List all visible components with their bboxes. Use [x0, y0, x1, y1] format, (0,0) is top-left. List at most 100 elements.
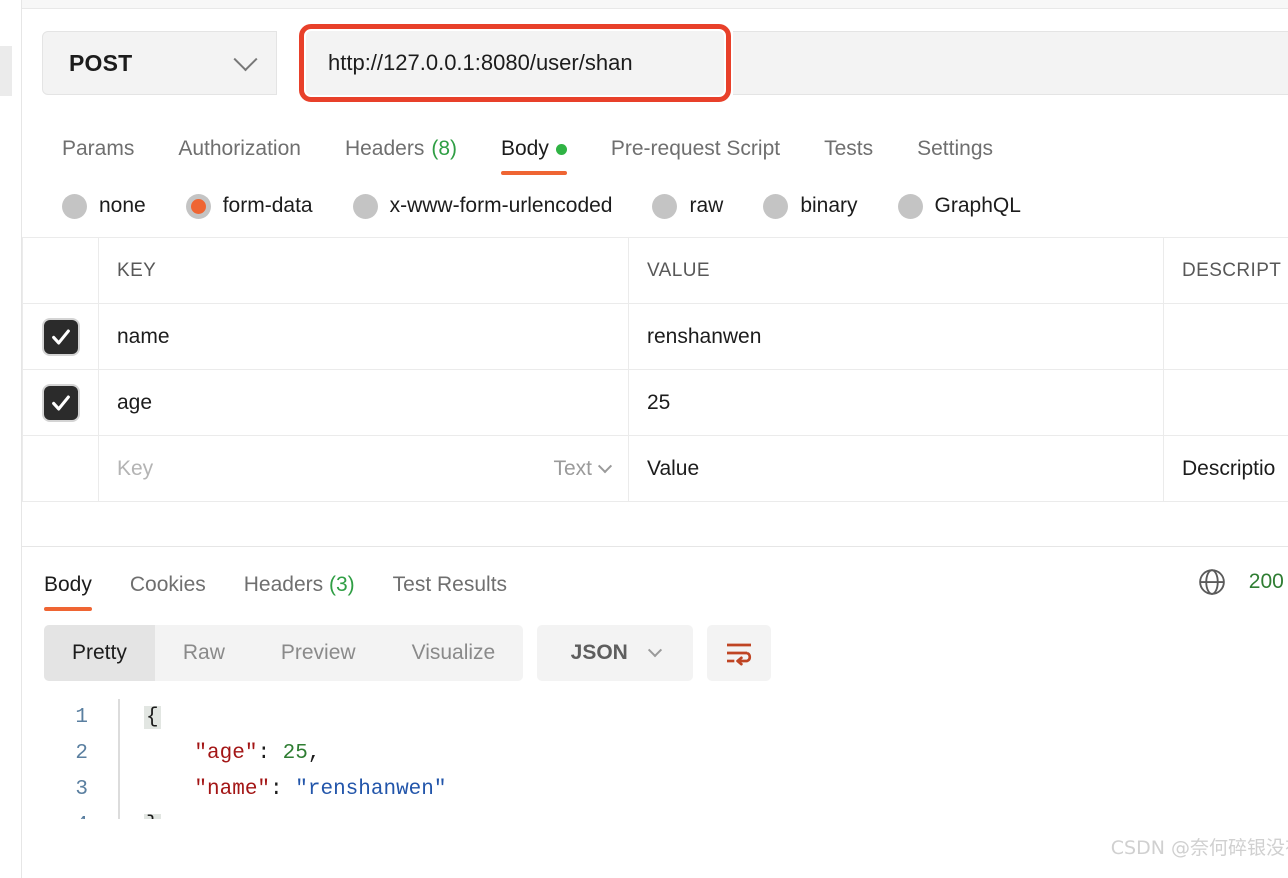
radio-icon [763, 193, 789, 219]
http-method-dropdown[interactable]: POST [42, 31, 277, 95]
tab-authorization-label: Authorization [178, 137, 301, 160]
response-toolbar: Pretty Raw Preview Visualize JSON [22, 611, 1288, 681]
radio-icon [352, 193, 378, 219]
tab-pre-request-script-label: Pre-request Script [610, 137, 781, 160]
check-icon [51, 394, 70, 411]
fold-gutter [118, 771, 132, 807]
tab-authorization[interactable]: Authorization [178, 137, 301, 175]
body-type-form-data[interactable]: form-data [185, 193, 313, 219]
top-strip [22, 0, 1288, 9]
postman-window: POST http://127.0.0.1:8080/user/shan Par… [0, 0, 1288, 878]
tab-tests[interactable]: Tests [824, 137, 873, 175]
chevron-down-icon [647, 643, 662, 658]
body-type-raw-label: raw [689, 194, 724, 217]
placeholder-value-input[interactable]: Value [628, 435, 1164, 502]
url-input[interactable]: http://127.0.0.1:8080/user/shan [306, 31, 724, 95]
body-type-none[interactable]: none [62, 193, 146, 219]
url-bar-background [733, 31, 1288, 95]
globe-icon [1198, 569, 1225, 595]
tab-body[interactable]: Body [501, 137, 567, 175]
row-description[interactable] [1163, 303, 1288, 370]
code-content: "age": 25, [132, 742, 320, 765]
tab-headers[interactable]: Headers (8) [345, 137, 457, 175]
word-wrap-icon [727, 643, 752, 666]
header-value: VALUE [628, 237, 1164, 304]
fold-gutter [118, 807, 132, 819]
line-number: 2 [75, 741, 88, 765]
body-type-none-label: none [99, 194, 146, 217]
row-value[interactable]: 25 [628, 369, 1164, 436]
tab-settings-label: Settings [917, 137, 994, 160]
watermark: CSDN @奈何碎银没有几两 [1110, 837, 1288, 859]
tab-body-label: Body [501, 137, 549, 160]
response-tab-test-results[interactable]: Test Results [393, 573, 507, 611]
row-checkbox-checked[interactable] [43, 319, 78, 354]
json-key: "age" [194, 741, 258, 765]
tab-tests-label: Tests [824, 137, 874, 160]
response-tab-cookies-label: Cookies [129, 573, 206, 596]
param-type-dropdown[interactable]: Text [553, 457, 613, 481]
response-tab-cookies[interactable]: Cookies [130, 573, 206, 611]
chevron-down-icon [597, 458, 613, 473]
placeholder-key-input[interactable]: Key [117, 457, 153, 481]
response-tab-headers[interactable]: Headers (3) [244, 573, 355, 611]
json-punct: : [270, 777, 296, 801]
placeholder-checkbox-cell [22, 435, 99, 502]
word-wrap-button[interactable] [707, 625, 772, 681]
response-body-code[interactable]: 1 { 2 "age": 25, 3 "name": "renshanwen" … [22, 699, 1288, 819]
view-mode-pretty-label: Pretty [72, 641, 127, 664]
tab-pre-request-script[interactable]: Pre-request Script [611, 137, 780, 175]
code-line: 2 "age": 25, [22, 735, 1288, 771]
table-row: age 25 [22, 369, 1288, 436]
view-mode-visualize[interactable]: Visualize [384, 625, 524, 681]
header-key: KEY [98, 237, 629, 304]
json-string: "renshanwen" [295, 777, 447, 801]
body-type-urlencoded[interactable]: x-www-form-urlencoded [352, 193, 613, 219]
header-description: DESCRIPT [1163, 237, 1288, 304]
view-mode-raw-label: Raw [182, 641, 225, 664]
placeholder-description-input[interactable]: Descriptio [1163, 435, 1288, 502]
row-key[interactable]: age [98, 369, 629, 436]
body-type-urlencoded-label: x-www-form-urlencoded [389, 194, 613, 217]
row-checkbox-checked[interactable] [43, 385, 78, 420]
response-tab-headers-count: (3) [328, 573, 355, 596]
body-type-form-data-label: form-data [222, 194, 313, 217]
tab-params-label: Params [62, 137, 135, 160]
body-type-binary[interactable]: binary [763, 193, 858, 219]
request-tabs: Params Authorization Headers (8) Body Pr… [22, 113, 1288, 175]
fold-gutter [118, 699, 132, 735]
view-mode-raw[interactable]: Raw [155, 625, 253, 681]
radio-selected-icon [185, 193, 211, 219]
row-checkbox-cell [22, 303, 99, 370]
table-header-row: KEY VALUE DESCRIPT [22, 237, 1288, 304]
response-tabs: Body Cookies Headers (3) Test Results 20… [22, 547, 1288, 611]
tab-settings[interactable]: Settings [917, 137, 993, 175]
view-mode-preview[interactable]: Preview [253, 625, 384, 681]
line-number: 4 [22, 814, 118, 820]
row-value[interactable]: renshanwen [628, 303, 1164, 370]
tab-headers-count: (8) [431, 137, 457, 160]
tab-params[interactable]: Params [62, 137, 134, 175]
body-type-raw[interactable]: raw [652, 193, 724, 219]
placeholder-key-cell[interactable]: Key Text [98, 435, 629, 502]
response-format-dropdown[interactable]: JSON [537, 625, 694, 681]
row-key[interactable]: name [98, 303, 629, 370]
row-checkbox-cell [22, 369, 99, 436]
response-tab-body-label: Body [44, 573, 92, 596]
radio-icon [897, 193, 923, 219]
body-type-radio-group: none form-data x-www-form-urlencoded raw… [22, 175, 1288, 237]
response-view-mode-group: Pretty Raw Preview Visualize [44, 625, 524, 681]
sidebar-rail [0, 0, 22, 878]
code-content: "name": "renshanwen" [132, 777, 447, 801]
response-tab-body[interactable]: Body [44, 573, 92, 611]
chevron-down-icon [233, 46, 258, 71]
response-tab-test-results-label: Test Results [392, 573, 508, 596]
body-type-graphql[interactable]: GraphQL [897, 193, 1021, 219]
body-type-binary-label: binary [800, 194, 858, 217]
response-status-group: 200 OK [1197, 567, 1288, 597]
status-badge: 200 OK [1248, 570, 1288, 593]
sidebar-rail-chunk [0, 46, 12, 96]
view-mode-pretty[interactable]: Pretty [44, 625, 155, 681]
row-description[interactable] [1163, 369, 1288, 436]
code-line: 1 { [22, 699, 1288, 735]
